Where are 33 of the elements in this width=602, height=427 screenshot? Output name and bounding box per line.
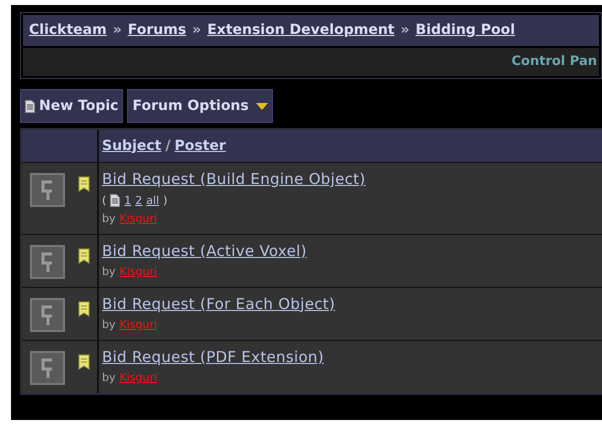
topic-title-link[interactable]: Bid Request (For Each Object)	[102, 292, 336, 315]
by-text: by	[102, 317, 116, 333]
separator-text: »	[400, 21, 410, 40]
breadcrumb-link[interactable]: Extension Development	[207, 20, 394, 41]
topic-title-link[interactable]: Bid Request (Active Voxel)	[102, 240, 307, 262]
page-icon	[110, 194, 120, 208]
control-panel-link[interactable]: Control Pan	[512, 52, 597, 72]
topic-status-icon	[30, 173, 65, 207]
topic-title-link[interactable]: Bid Request (PDF Extension)	[102, 346, 324, 368]
topic-title-link[interactable]: Bid Request (Build Engine Object)	[102, 168, 366, 190]
document-icon	[25, 100, 35, 112]
breadcrumb-link[interactable]: Forums	[128, 20, 186, 41]
topic-status-icon	[30, 350, 65, 384]
page-link[interactable]: all	[146, 192, 160, 209]
forum-options-button[interactable]: Forum Options	[127, 89, 273, 123]
paren-text: (	[102, 192, 106, 208]
subject-sort-link[interactable]: Subject	[102, 136, 162, 156]
separator-text: /	[165, 136, 170, 156]
breadcrumb-link[interactable]: Bidding Pool	[416, 20, 516, 41]
page-link[interactable]: 1	[124, 192, 132, 209]
by-text: by	[102, 264, 116, 280]
separator-text: »	[112, 21, 122, 40]
separator-text: »	[192, 21, 202, 40]
poster-sort-link[interactable]: Poster	[174, 136, 226, 156]
topic-status-icon	[30, 298, 65, 332]
paren-text: )	[163, 192, 168, 208]
page-link[interactable]: 2	[135, 192, 142, 209]
by-text: by	[102, 211, 116, 227]
breadcrumb-link[interactable]: Clickteam	[29, 20, 107, 41]
topic-status-icon	[30, 244, 65, 278]
new-topic-button[interactable]: New Topic	[20, 89, 124, 123]
by-text: by	[102, 370, 116, 386]
caret-icon	[256, 102, 268, 110]
